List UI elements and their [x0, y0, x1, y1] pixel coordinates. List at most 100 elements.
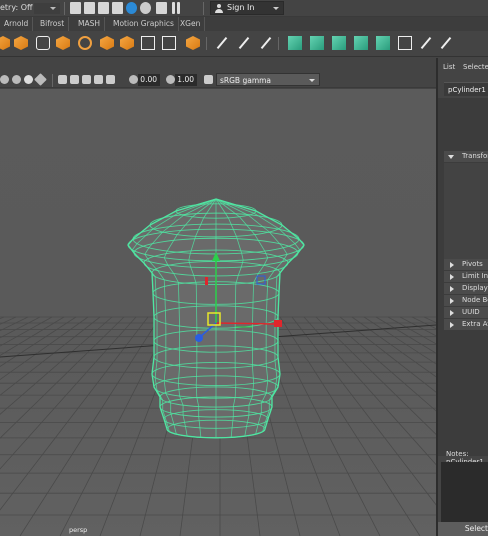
chevron-down-icon	[309, 79, 315, 85]
section-pivots[interactable]: Pivots	[444, 259, 488, 270]
camera-name: persp	[69, 526, 88, 534]
grid-line	[363, 316, 436, 365]
grid-line	[351, 316, 436, 378]
x-axis-handle[interactable]	[215, 322, 275, 325]
section-uuid[interactable]: UUID	[444, 307, 488, 318]
viewport-panel: 0.00 1.00 sRGB gamma persp	[0, 58, 436, 536]
gamma-field[interactable]: 1.00	[175, 74, 197, 86]
plane-handle[interactable]	[205, 277, 208, 285]
tab-bifrost[interactable]: Bifrost	[36, 17, 70, 31]
connect-icon[interactable]	[258, 36, 272, 50]
quad-draw-icon[interactable]	[236, 36, 250, 50]
symmetry-label: etry: Off	[0, 3, 33, 12]
tab-xgen[interactable]: XGen	[176, 17, 206, 31]
section-label: Node Behavior	[462, 296, 488, 304]
exposure-dial-icon[interactable]	[129, 75, 138, 84]
poly-cube-icon[interactable]	[14, 36, 28, 50]
fill-hole-icon[interactable]	[376, 36, 390, 50]
tab-arnold[interactable]: Arnold	[0, 17, 34, 31]
section-label: Limit Information	[462, 272, 488, 280]
chevron-down-icon	[273, 7, 279, 13]
exposure-field[interactable]: 0.00	[138, 74, 160, 86]
color-management-icon[interactable]	[204, 75, 213, 84]
tab-mash[interactable]: MASH	[74, 17, 106, 31]
section-limit-information[interactable]: Limit Information	[444, 271, 488, 282]
sign-in-button[interactable]: Sign In	[210, 1, 284, 15]
snap-together-icon[interactable]	[156, 2, 167, 14]
planar-uv-icon[interactable]	[162, 36, 176, 50]
section-label: Extra Attributes	[462, 320, 488, 328]
collapse-arrow-icon	[450, 286, 457, 292]
isolate-icon[interactable]	[58, 75, 67, 84]
boolean-icon[interactable]	[100, 36, 114, 50]
notes-field[interactable]	[441, 462, 488, 522]
gamma-dial-icon[interactable]	[166, 75, 175, 84]
section-transform[interactable]: Transform Attributes	[444, 151, 488, 162]
xray-icon[interactable]	[70, 75, 79, 84]
target-weld-icon[interactable]	[418, 36, 432, 50]
exposure-icon[interactable]	[106, 75, 115, 84]
select-mask-icon[interactable]	[112, 2, 123, 14]
section-display[interactable]: Display	[444, 283, 488, 294]
menu-selected[interactable]: Selected	[463, 63, 488, 71]
color-space-dropdown[interactable]: sRGB gamma	[216, 73, 320, 86]
merge-icon[interactable]	[398, 36, 412, 50]
symmetry-dropdown[interactable]	[34, 3, 60, 14]
collapse-arrow-icon	[450, 262, 457, 268]
separate-icon[interactable]	[56, 36, 70, 50]
multi-cut-icon[interactable]	[214, 36, 228, 50]
bevel-icon[interactable]	[310, 36, 324, 50]
divider	[203, 2, 204, 15]
divider	[206, 37, 207, 50]
select-mask-icon[interactable]	[70, 2, 81, 14]
extrude-icon[interactable]	[288, 36, 302, 50]
xray-joints-icon[interactable]	[82, 75, 91, 84]
panel-toolbar: 0.00 1.00 sRGB gamma	[0, 72, 436, 88]
auto-uv-icon[interactable]	[186, 36, 200, 50]
x-axis-cone[interactable]	[274, 320, 282, 327]
z-axis-cone[interactable]	[195, 334, 203, 342]
attribute-scroll-area[interactable]: Transform Attributes Pivots Limit Inform…	[438, 98, 488, 456]
ipr-render-icon[interactable]	[140, 2, 151, 14]
delete-edge-icon[interactable]	[438, 36, 452, 50]
grid-line	[375, 316, 436, 354]
lighting-icon[interactable]	[12, 75, 21, 84]
tab-motion-graphics[interactable]: Motion Graphics	[109, 17, 179, 31]
pause-icon	[177, 2, 180, 14]
uv-editor-icon[interactable]	[141, 36, 155, 50]
append-icon[interactable]	[354, 36, 368, 50]
xray-active-icon[interactable]	[94, 75, 103, 84]
select-mask-icon[interactable]	[98, 2, 109, 14]
smooth-icon[interactable]	[78, 36, 92, 50]
section-extra-attributes[interactable]: Extra Attributes	[444, 319, 488, 330]
menu-list[interactable]: List	[443, 63, 455, 71]
3d-viewport[interactable]: persp	[0, 89, 436, 536]
shadows-icon[interactable]	[24, 75, 33, 84]
sign-in-label: Sign In	[227, 3, 255, 12]
ao-icon[interactable]	[34, 73, 47, 86]
select-button[interactable]: Select	[438, 522, 488, 536]
render-icon[interactable]	[126, 2, 137, 14]
section-label: Pivots	[462, 260, 483, 268]
pause-icon[interactable]	[172, 2, 175, 14]
section-label: Display	[462, 284, 488, 292]
bridge-icon[interactable]	[332, 36, 346, 50]
select-mask-icon[interactable]	[84, 2, 95, 14]
grid-line	[0, 316, 41, 339]
shelf	[0, 31, 488, 57]
collapse-arrow-icon	[450, 298, 457, 304]
grid-line	[0, 316, 17, 325]
scene	[0, 198, 436, 536]
grid-line	[0, 316, 65, 356]
shading-icon[interactable]	[0, 75, 9, 84]
poly-plane-icon[interactable]	[0, 36, 10, 50]
mirror-icon[interactable]	[120, 36, 134, 50]
grid-line	[0, 316, 101, 396]
node-tab[interactable]: pCylinder1	[444, 82, 488, 96]
grid-line	[267, 316, 381, 536]
combine-icon[interactable]	[36, 36, 50, 50]
grid-line	[0, 316, 29, 332]
shelf-tabs: Arnold Bifrost MASH Motion Graphics XGen	[0, 17, 488, 31]
section-node-behavior[interactable]: Node Behavior	[444, 295, 488, 306]
grid-line	[387, 316, 436, 345]
